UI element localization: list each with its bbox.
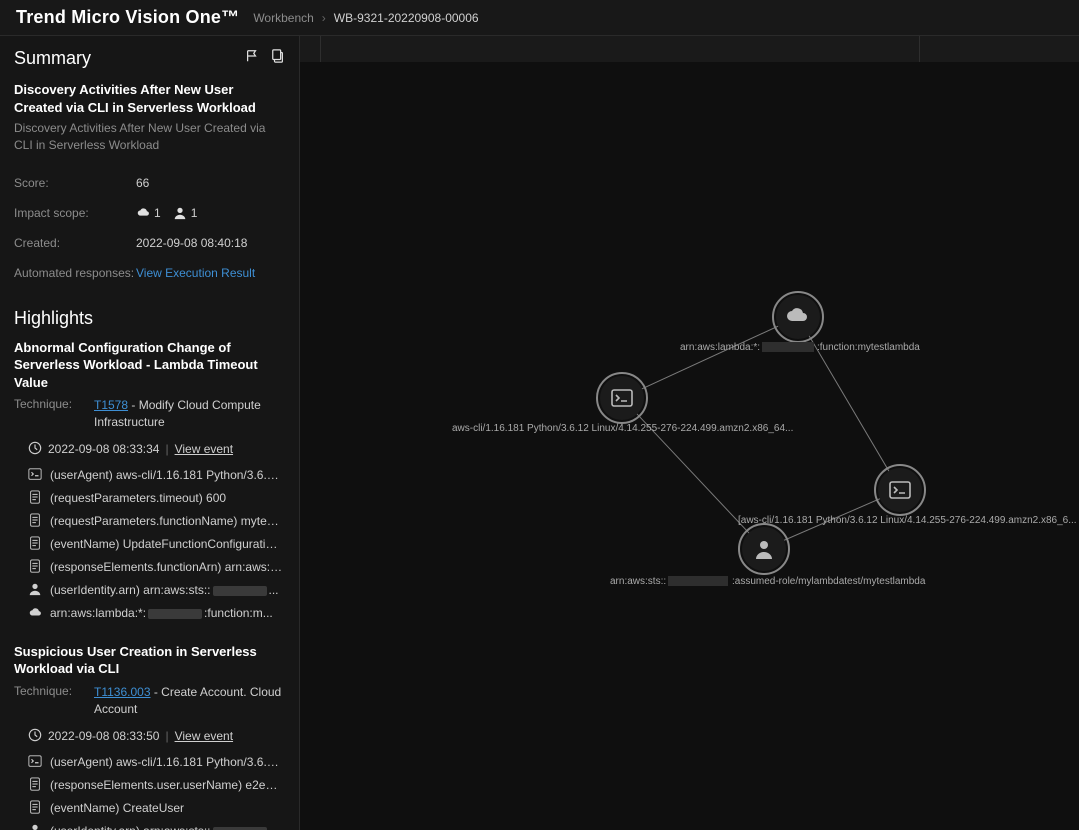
view-execution-link[interactable]: View Execution Result <box>136 266 255 280</box>
technique-row: Technique:T1578 - Modify Cloud Compute I… <box>14 397 285 431</box>
alert-subtitle: Discovery Activities After New User Crea… <box>14 120 285 154</box>
highlight-block[interactable]: Suspicious User Creation in Serverless W… <box>14 643 285 830</box>
graph-node-user-label-pre: arn:aws:sts:: <box>610 576 666 587</box>
summary-heading: Summary <box>14 48 91 69</box>
breadcrumb-root[interactable]: Workbench <box>253 11 313 25</box>
redact-block <box>668 576 728 586</box>
technique-link[interactable]: T1136.003 <box>94 685 151 699</box>
view-event-link[interactable]: View event <box>175 729 233 743</box>
event-detail-row: (eventName) CreateUser <box>14 797 284 820</box>
clock-icon <box>28 728 42 745</box>
row-impact: Impact scope: 1 1 <box>14 198 285 228</box>
copy-icon[interactable] <box>271 49 285 68</box>
graph-node-lambda-label-pre: arn:aws:lambda:*: <box>680 342 760 353</box>
graph-canvas[interactable]: arn:aws:lambda:*: :function:mytestlambda… <box>300 36 1079 830</box>
event-detail-row: (userAgent) aws-cli/1.16.181 Python/3.6.… <box>14 751 284 774</box>
doc-icon <box>28 490 42 507</box>
summary-panel: Summary Discovery Activities After New U… <box>0 36 300 830</box>
doc-icon <box>28 559 42 576</box>
event-detail-row: (responseElements.user.userName) e2e_int… <box>14 774 284 797</box>
doc-icon <box>28 513 42 530</box>
graph-node-cli2-label: [aws-cli/1.16.181 Python/3.6.12 Linux/4.… <box>738 515 1077 526</box>
user-icon <box>28 823 42 830</box>
redact-block <box>213 586 267 596</box>
cloud-icon <box>28 605 42 622</box>
user-icon <box>173 206 187 220</box>
score-value: 66 <box>136 176 149 190</box>
highlight-block[interactable]: Abnormal Configuration Change of Serverl… <box>14 339 285 625</box>
row-score: Score: 66 <box>14 168 285 198</box>
highlight-heading: Abnormal Configuration Change of Serverl… <box>14 339 285 392</box>
highlight-heading: Suspicious User Creation in Serverless W… <box>14 643 285 678</box>
event-detail-row: (userAgent) aws-cli/1.16.181 Python/3.6.… <box>14 464 284 487</box>
chevron-right-icon: › <box>322 11 326 25</box>
redact-block <box>762 342 814 352</box>
graph-node-cli1[interactable] <box>597 373 647 423</box>
graph-node-cli2[interactable] <box>875 465 925 515</box>
event-detail-row: (responseElements.functionArn) arn:aws:l… <box>14 556 284 579</box>
clock-icon <box>28 441 42 458</box>
technique-row: Technique:T1136.003 - Create Account. Cl… <box>14 684 285 718</box>
technique-link[interactable]: T1578 <box>94 398 128 412</box>
graph-node-lambda-label-post: :function:mytestlambda <box>817 342 920 353</box>
doc-icon <box>28 800 42 817</box>
doc-icon <box>28 777 42 794</box>
user-icon <box>28 582 42 599</box>
terminal-icon <box>28 754 42 771</box>
row-automated: Automated responses: View Execution Resu… <box>14 258 285 288</box>
event-detail-row: (eventName) UpdateFunctionConfiguration.… <box>14 533 284 556</box>
event-detail-row: (userIdentity.arn) arn:aws:sts::... <box>14 820 284 830</box>
event-detail-row: (requestParameters.timeout) 600 <box>14 487 284 510</box>
breadcrumb-current: WB-9321-20220908-00006 <box>334 11 479 25</box>
event-time-row: 2022-09-08 08:33:34 | View event <box>28 441 285 458</box>
graph-node-user[interactable] <box>739 524 789 574</box>
terminal-icon <box>28 467 42 484</box>
event-detail-row: (userIdentity.arn) arn:aws:sts::... <box>14 579 284 602</box>
cloud-icon <box>136 206 150 220</box>
top-bar: Trend Micro Vision One™ Workbench › WB-9… <box>0 0 1079 36</box>
redact-block <box>148 609 202 619</box>
alert-title: Discovery Activities After New User Crea… <box>14 81 285 116</box>
flag-icon[interactable] <box>245 49 259 68</box>
impact-cloud-count: 1 <box>154 206 161 220</box>
breadcrumb: Workbench › WB-9321-20220908-00006 <box>253 11 478 25</box>
event-detail-row: arn:aws:lambda:*::function:m... <box>14 602 284 625</box>
graph-node-cli1-label: aws-cli/1.16.181 Python/3.6.12 Linux/4.1… <box>452 423 793 434</box>
row-created: Created: 2022-09-08 08:40:18 <box>14 228 285 258</box>
brand-logo: Trend Micro Vision One™ <box>16 7 239 28</box>
event-time-row: 2022-09-08 08:33:50 | View event <box>28 728 285 745</box>
impact-user-count: 1 <box>191 206 198 220</box>
created-value: 2022-09-08 08:40:18 <box>136 236 247 250</box>
graph-node-lambda[interactable] <box>773 292 823 342</box>
event-detail-row: (requestParameters.functionName) mytestl… <box>14 510 284 533</box>
graph-node-user-label-post: :assumed-role/mylambdatest/mytestlambda <box>732 576 926 587</box>
highlights-heading: Highlights <box>14 308 285 329</box>
doc-icon <box>28 536 42 553</box>
view-event-link[interactable]: View event <box>175 442 233 456</box>
